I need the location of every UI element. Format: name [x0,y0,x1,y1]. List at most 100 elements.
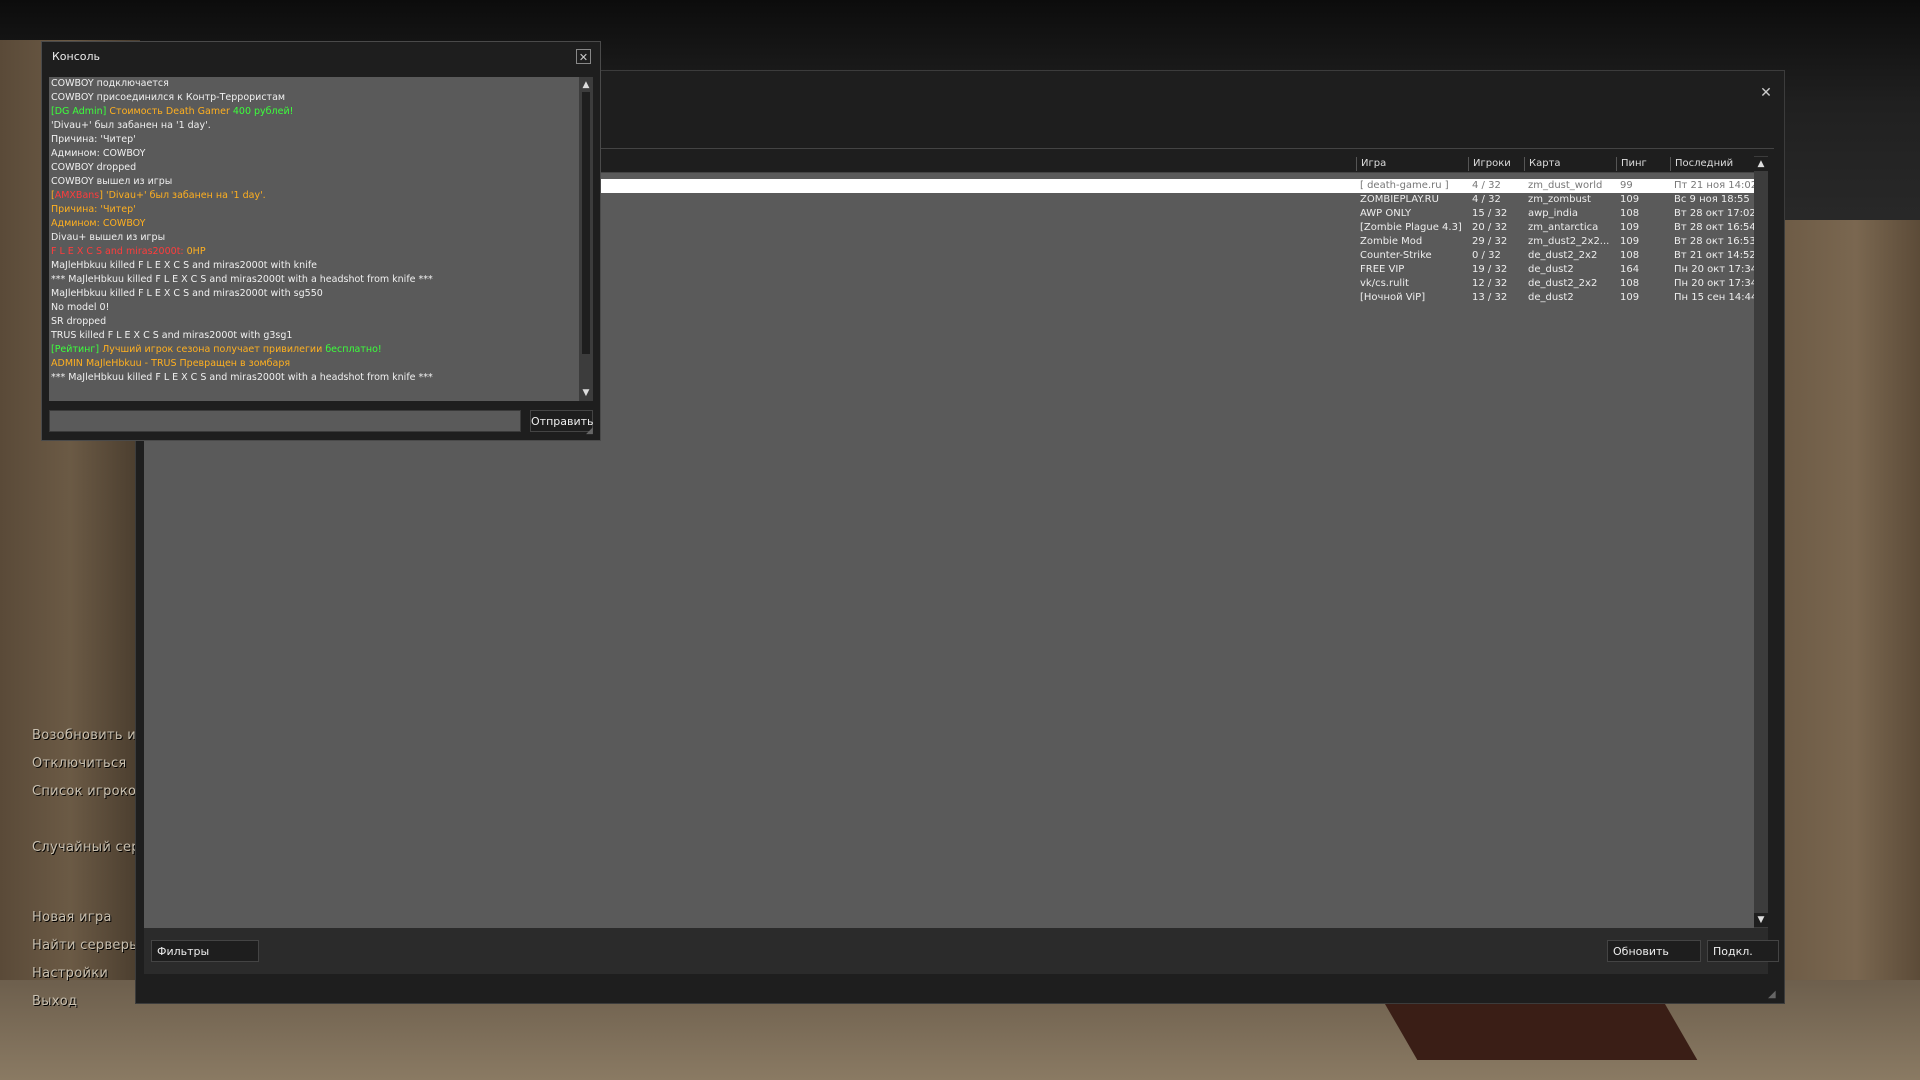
console-log-segment: SR dropped [51,316,107,327]
server-cell-players: 20 / 32 [1472,222,1508,233]
menu-new-game[interactable]: Новая игра [32,910,112,925]
console-log-line: 'Divau+' был забанен на '1 day'. [51,119,211,132]
server-cell-map: de_dust2 [1528,264,1574,275]
connect-button[interactable]: Подкл. [1707,940,1779,962]
console-log-line: Причина: 'Читер' [51,133,136,146]
console-log-segment: TRUS killed F L E X C S and miras2000t w… [51,330,293,341]
server-cell-ping: 108 [1620,278,1640,289]
column-header-last[interactable]: Последний [1670,157,1754,171]
refresh-button[interactable]: Обновить [1607,940,1701,962]
menu-player-list[interactable]: Список игроков [32,784,144,799]
server-cell-last: Вс 9 ноя 18:55 [1674,194,1750,205]
server-cell-players: 13 / 32 [1472,292,1508,303]
console-log-line: ADMIN MaJleHbkuu - TRUS Превращен в зомб… [51,357,290,370]
server-cell-ping: 109 [1620,292,1640,303]
console-scrollbar[interactable]: ▲ ▼ [579,77,593,401]
server-cell-map: zm_zombust [1528,194,1591,205]
server-cell-game: ZOMBIEPLAY.RU [1360,194,1439,205]
console-log-segment: MaJleHbkuu killed F L E X C S and miras2… [51,260,318,271]
console-log-line: Админом: COWBOY [51,217,145,230]
server-cell-ping: 99 [1620,180,1633,191]
console-log-line: MaJleHbkuu killed F L E X C S and miras2… [51,287,323,300]
console-log-line: SR dropped [51,315,106,328]
menu-disconnect[interactable]: Отключиться [32,756,127,771]
server-cell-ping: 109 [1620,236,1640,247]
server-cell-players: 0 / 32 [1472,250,1501,261]
console-log-line: [DG Admin] Стоимость Death Gamer 400 руб… [51,105,293,118]
server-cell-map: de_dust2_2x2 [1528,250,1598,261]
server-cell-last: Пн 20 окт 17:34 [1674,264,1754,275]
server-cell-game: [Zombie Plague 4.3] [1360,222,1462,233]
server-cell-last: Вт 28 окт 17:02 [1674,208,1754,219]
server-cell-ping: 109 [1620,194,1640,205]
console-log-segment: COWBOY dropped [51,162,137,173]
console-log-segment: Причина: 'Читер' [51,134,136,145]
console-log-segment: ADMIN MaJleHbkuu - TRUS Превращен в зомб… [51,358,291,369]
server-cell-last: Пт 21 ноя 14:02 [1674,180,1754,191]
console-log-segment: F L E X C S and miras2000t: [51,246,187,257]
scroll-thumb[interactable] [582,92,590,354]
server-cell-last: Пн 20 окт 17:34 [1674,278,1754,289]
console-log-line: Админом: COWBOY [51,147,145,160]
server-cell-map: zm_antarctica [1528,222,1599,233]
console-log-segment: AMXBans [54,190,100,201]
close-icon[interactable]: ✕ [1758,85,1774,101]
server-cell-players: 29 / 32 [1472,236,1508,247]
server-cell-game: AWP ONLY [1360,208,1412,219]
menu-resume-game[interactable]: Возобновить иг [32,728,143,743]
console-log-segment: *** MaJleHbkuu killed F L E X C S and mi… [51,372,433,383]
console-log-line: F L E X C S and miras2000t: 0HP [51,245,206,258]
server-cell-ping: 164 [1620,264,1640,275]
console-log-line: COWBOY dropped [51,161,136,174]
column-header-game[interactable]: Игра [1356,157,1468,171]
menu-random-server[interactable]: Случайный сер [32,840,140,855]
menu-find-servers[interactable]: Найти серверы [32,938,140,953]
menu-settings[interactable]: Настройки [32,966,108,981]
console-log-line: *** MaJleHbkuu killed F L E X C S and mi… [51,371,433,384]
close-icon[interactable]: ✕ [576,49,591,64]
server-cell-players: 12 / 32 [1472,278,1508,289]
server-cell-game: Counter-Strike [1360,250,1432,261]
console-log-segment: [Рейтинг] [51,344,103,355]
server-cell-last: Вт 21 окт 14:52 [1674,250,1754,261]
server-cell-map: de_dust2 [1528,292,1574,303]
server-cell-game: [ death-game.ru ] [1360,180,1449,191]
console-log-line: MaJleHbkuu killed F L E X C S and miras2… [51,259,317,272]
console-log-line: COWBOY вышел из игры [51,175,172,188]
server-cell-game: Zombie Mod [1360,236,1423,247]
scroll-up-icon[interactable]: ▲ [1754,157,1768,171]
server-cell-players: 15 / 32 [1472,208,1508,219]
console-title: Консоль [52,50,101,63]
send-button[interactable]: Отправить [530,410,594,432]
console-log-segment: No model 0! [51,302,110,313]
scroll-up-icon[interactable]: ▲ [579,78,593,92]
resize-grip-icon[interactable]: ◢ [1768,989,1780,1001]
console-log-segment: Стоимость Death Gamer [109,106,233,117]
console-command-input[interactable] [49,410,521,432]
server-cell-players: 4 / 32 [1472,194,1501,205]
column-header-map[interactable]: Карта [1524,157,1616,171]
server-cell-map: zm_dust2_2x2... [1528,236,1610,247]
console-log-segment: MaJleHbkuu killed F L E X C S and miras2… [51,288,323,299]
console-log-segment: Админом: COWBOY [51,148,146,159]
server-cell-game: FREE VIP [1360,264,1405,275]
console-log-line: Причина: 'Читер' [51,203,136,216]
server-cell-players: 19 / 32 [1472,264,1508,275]
column-header-ping[interactable]: Пинг [1616,157,1670,171]
scroll-down-icon[interactable]: ▼ [579,386,593,400]
browser-bottom-bar: Фильтры Обновить Подкл. [144,928,1779,974]
resize-grip-icon[interactable]: ◢ [586,426,593,436]
server-cell-last: Пн 15 сен 14:44 [1674,292,1754,303]
scroll-down-icon[interactable]: ▼ [1754,913,1768,927]
console-log-segment: бесплатно! [325,344,382,355]
server-cell-game: vk/cs.rulit [1360,278,1409,289]
console-log-segment: *** MaJleHbkuu killed F L E X C S and mi… [51,274,433,285]
server-cell-ping: 108 [1620,250,1640,261]
console-log-segment: COWBOY вышел из игры [51,176,173,187]
column-header-players[interactable]: Игроки [1468,157,1524,171]
console-log-segment: Причина: 'Читер' [51,204,136,215]
filters-button[interactable]: Фильтры [151,940,259,962]
server-list-scrollbar[interactable]: ▲ ▼ [1754,156,1768,928]
menu-quit[interactable]: Выход [32,994,77,1009]
server-cell-game: [Ночной ViP] [1360,292,1426,303]
